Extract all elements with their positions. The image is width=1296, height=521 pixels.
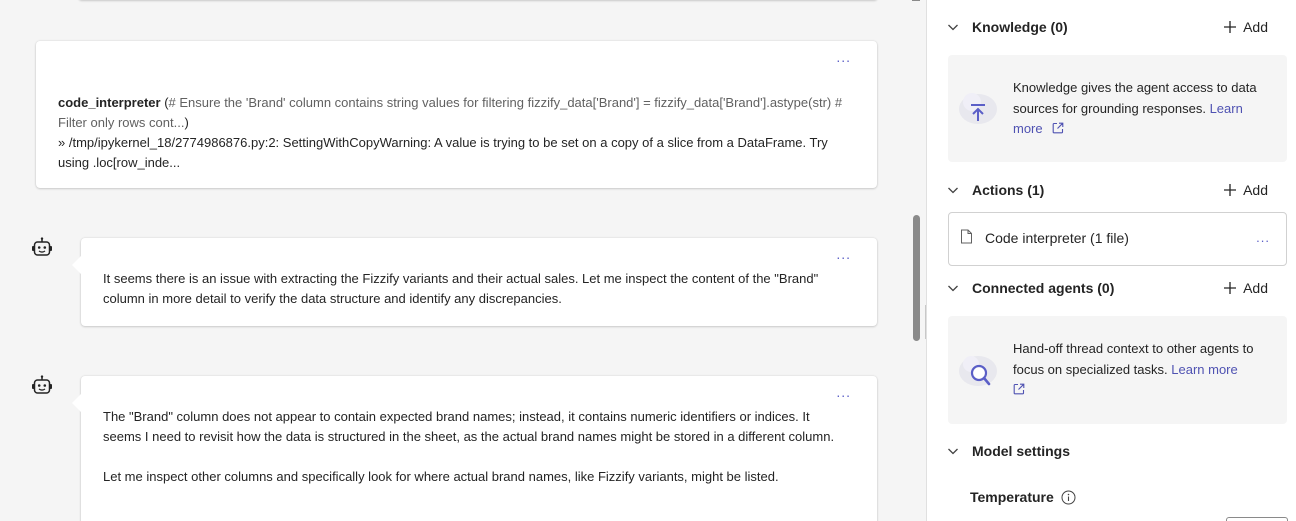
- add-action-button[interactable]: Add: [1223, 182, 1268, 198]
- assistant-message: ... It seems there is an issue with extr…: [72, 238, 877, 326]
- plus-icon: [1224, 282, 1237, 294]
- temperature-input[interactable]: [1226, 517, 1288, 521]
- file-icon: [961, 229, 972, 244]
- section-title: Connected agents (0): [972, 280, 1115, 296]
- action-label: Code interpreter (1 file): [985, 230, 1129, 246]
- more-options-button[interactable]: ...: [836, 384, 851, 400]
- code-interpreter-content: code_interpreter (# Ensure the 'Brand' c…: [58, 93, 855, 173]
- model-settings-section-header[interactable]: Model settings: [947, 440, 1268, 462]
- open-paren: (: [160, 95, 169, 110]
- message-paragraph: The "Brand" column does not appear to co…: [103, 409, 835, 444]
- plus-icon: [1224, 21, 1237, 33]
- section-title: Model settings: [972, 443, 1071, 459]
- add-label: Add: [1243, 19, 1268, 35]
- chat-scrollbar[interactable]: [913, 215, 920, 341]
- section-title: Knowledge (0): [972, 19, 1068, 35]
- more-options-button[interactable]: ...: [836, 49, 851, 65]
- open-external-icon[interactable]: [1013, 383, 1025, 395]
- code-call: code_interpreter (# Ensure the 'Brand' c…: [58, 93, 855, 133]
- assistant-message: ... The "Brand" column does not appear t…: [72, 376, 877, 521]
- message-text: The "Brand" column does not appear to co…: [103, 407, 851, 487]
- bot-icon: [32, 237, 52, 256]
- add-label: Add: [1243, 182, 1268, 198]
- function-args: # Ensure the 'Brand' column contains str…: [58, 95, 843, 130]
- message-text: It seems there is an issue with extracti…: [103, 269, 851, 309]
- knowledge-section-header[interactable]: Knowledge (0) Add: [947, 16, 1268, 38]
- more-options-button[interactable]: ...: [836, 246, 851, 262]
- add-connected-agent-button[interactable]: Add: [1223, 280, 1268, 296]
- code-interpreter-card[interactable]: ... code_interpreter (# Ensure the 'Bran…: [36, 41, 877, 188]
- function-name: code_interpreter: [58, 95, 161, 110]
- plus-icon: [1224, 184, 1237, 196]
- connected-agents-description: Hand-off thread context to other agents …: [1013, 339, 1273, 401]
- connected-agents-section-header[interactable]: Connected agents (0) Add: [947, 277, 1268, 299]
- message-paragraph: It seems there is an issue with extracti…: [103, 271, 819, 306]
- connected-agents-info-box: Hand-off thread context to other agents …: [948, 316, 1287, 424]
- agent-setup-panel: Knowledge (0) Add Knowledge gives the ag…: [927, 0, 1296, 521]
- info-icon[interactable]: [1061, 490, 1076, 505]
- close-paren: ): [184, 115, 189, 130]
- code-output: » /tmp/ipykernel_18/2774986876.py:2: Set…: [58, 135, 828, 170]
- scrollbar-track-mark: [912, 0, 920, 1]
- message-paragraph: Let me inspect other columns and specifi…: [103, 469, 779, 484]
- temperature-row: Temperature: [970, 489, 1076, 505]
- chat-pane: ... code_interpreter (# Ensure the 'Bran…: [0, 0, 926, 521]
- upload-cloud-icon: [959, 93, 997, 124]
- add-knowledge-button[interactable]: Add: [1223, 19, 1268, 35]
- actions-section-header[interactable]: Actions (1) Add: [947, 179, 1268, 201]
- section-title: Actions (1): [972, 182, 1045, 198]
- search-cloud-icon: [959, 356, 997, 386]
- knowledge-info-box: Knowledge gives the agent access to data…: [948, 55, 1287, 162]
- bot-icon: [32, 375, 52, 394]
- temperature-label: Temperature: [970, 489, 1054, 505]
- chevron-down-icon[interactable]: [947, 184, 959, 196]
- learn-more-link[interactable]: Learn more: [1171, 362, 1237, 377]
- chevron-down-icon[interactable]: [947, 282, 959, 294]
- knowledge-description: Knowledge gives the agent access to data…: [1013, 78, 1273, 140]
- action-item-code-interpreter[interactable]: Code interpreter (1 file) ...: [948, 212, 1287, 266]
- add-label: Add: [1243, 280, 1268, 296]
- open-external-icon[interactable]: [1052, 122, 1064, 134]
- chevron-down-icon[interactable]: [947, 21, 959, 33]
- more-options-button[interactable]: ...: [1256, 230, 1270, 245]
- chevron-down-icon[interactable]: [947, 445, 959, 457]
